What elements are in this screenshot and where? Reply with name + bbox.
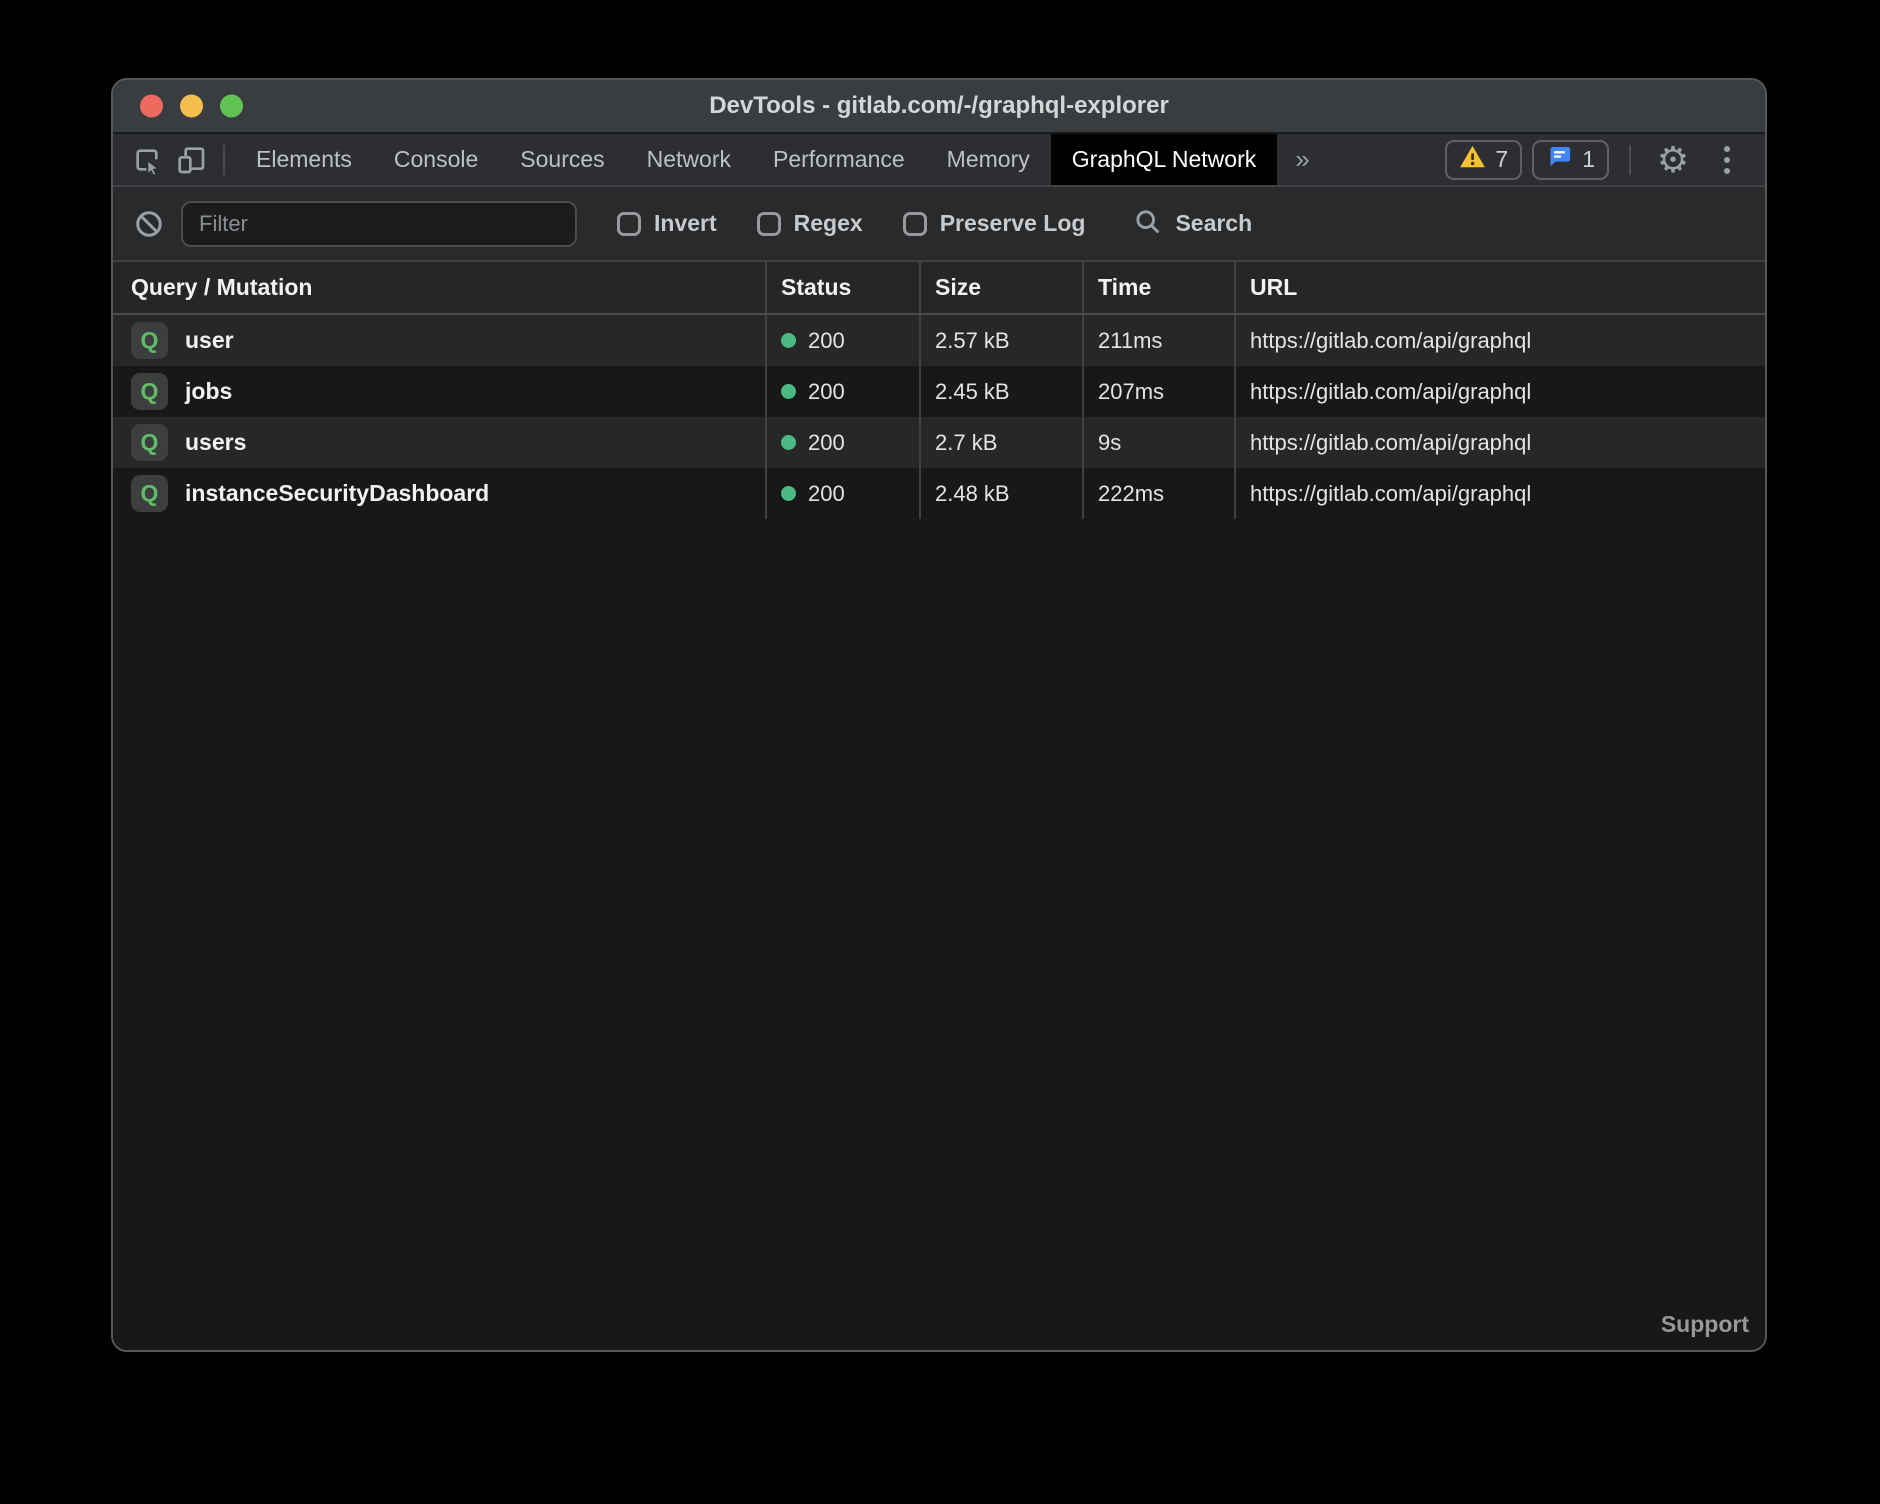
response-time: 211ms <box>1082 315 1234 366</box>
regex-checkbox-group[interactable]: Regex <box>757 210 863 237</box>
invert-checkbox[interactable] <box>617 212 641 236</box>
tab-elements[interactable]: Elements <box>235 134 373 185</box>
tab-sources[interactable]: Sources <box>499 134 625 185</box>
response-size: 2.57 kB <box>919 315 1082 366</box>
response-time: 222ms <box>1082 468 1234 519</box>
issues-badge[interactable]: 1 <box>1532 140 1609 180</box>
response-size: 2.45 kB <box>919 366 1082 417</box>
status-ok-icon <box>781 384 796 399</box>
status-code: 200 <box>808 328 845 354</box>
tab-console[interactable]: Console <box>373 134 499 185</box>
support-link[interactable]: Support <box>1661 1311 1749 1338</box>
query-name: instanceSecurityDashboard <box>185 480 489 507</box>
regex-label: Regex <box>794 210 863 237</box>
tab-memory[interactable]: Memory <box>926 134 1051 185</box>
filter-toolbar: Invert Regex Preserve Log Search <box>113 185 1765 260</box>
panel-empty-area: Support <box>113 519 1765 1350</box>
column-header-time[interactable]: Time <box>1082 262 1234 313</box>
table-row[interactable]: Q jobs 200 2.45 kB 207ms https://gitlab.… <box>113 366 1765 417</box>
query-type-icon: Q <box>131 424 168 461</box>
status-code: 200 <box>808 430 845 456</box>
table-header: Query / Mutation Status Size Time URL <box>113 260 1765 315</box>
inspect-element-button[interactable] <box>125 134 169 185</box>
request-url: https://gitlab.com/api/graphql <box>1234 366 1765 417</box>
column-header-query-mutation[interactable]: Query / Mutation <box>113 262 765 313</box>
more-tabs-button[interactable]: » <box>1277 134 1327 185</box>
column-header-status[interactable]: Status <box>765 262 919 313</box>
search-button[interactable]: Search <box>1133 207 1252 241</box>
toolbar-divider <box>223 145 225 175</box>
request-url: https://gitlab.com/api/graphql <box>1234 315 1765 366</box>
gear-icon: ⚙ <box>1657 142 1689 178</box>
column-header-size[interactable]: Size <box>919 262 1082 313</box>
status-code: 200 <box>808 379 845 405</box>
clear-button[interactable] <box>131 209 167 239</box>
search-icon <box>1133 207 1162 241</box>
status-ok-icon <box>781 435 796 450</box>
query-type-icon: Q <box>131 322 168 359</box>
invert-checkbox-group[interactable]: Invert <box>617 210 717 237</box>
status-ok-icon <box>781 486 796 501</box>
preserve-log-label: Preserve Log <box>940 210 1086 237</box>
warnings-badge[interactable]: 7 <box>1445 140 1522 180</box>
request-url: https://gitlab.com/api/graphql <box>1234 468 1765 519</box>
status-ok-icon <box>781 333 796 348</box>
response-time: 9s <box>1082 417 1234 468</box>
filter-input[interactable] <box>181 201 577 247</box>
chat-bubble-icon <box>1546 143 1573 176</box>
invert-label: Invert <box>654 210 717 237</box>
block-icon <box>134 209 164 239</box>
query-name: users <box>185 429 246 456</box>
devtools-window: DevTools - gitlab.com/-/graphql-explorer… <box>111 78 1767 1352</box>
response-size: 2.48 kB <box>919 468 1082 519</box>
table-row[interactable]: Q instanceSecurityDashboard 200 2.48 kB … <box>113 468 1765 519</box>
warning-count: 7 <box>1495 146 1508 173</box>
kebab-menu-icon <box>1707 146 1747 174</box>
query-type-icon: Q <box>131 475 168 512</box>
table-row[interactable]: Q users 200 2.7 kB 9s https://gitlab.com… <box>113 417 1765 468</box>
preserve-log-checkbox[interactable] <box>903 212 927 236</box>
tab-graphql-network[interactable]: GraphQL Network <box>1051 134 1278 185</box>
more-options-button[interactable] <box>1705 146 1749 174</box>
warning-triangle-icon <box>1459 143 1486 176</box>
devtools-tab-bar: Elements Console Sources Network Perform… <box>113 134 1765 185</box>
response-size: 2.7 kB <box>919 417 1082 468</box>
query-name: jobs <box>185 378 232 405</box>
request-url: https://gitlab.com/api/graphql <box>1234 417 1765 468</box>
response-time: 207ms <box>1082 366 1234 417</box>
query-type-icon: Q <box>131 373 168 410</box>
window-title: DevTools - gitlab.com/-/graphql-explorer <box>113 80 1765 132</box>
tab-network[interactable]: Network <box>626 134 752 185</box>
column-header-url[interactable]: URL <box>1234 262 1765 313</box>
preserve-log-checkbox-group[interactable]: Preserve Log <box>903 210 1086 237</box>
table-row[interactable]: Q user 200 2.57 kB 211ms https://gitlab.… <box>113 315 1765 366</box>
controls-divider <box>1629 145 1631 175</box>
query-name: user <box>185 327 234 354</box>
search-label: Search <box>1175 210 1252 237</box>
device-toolbar-button[interactable] <box>169 134 213 185</box>
title-bar: DevTools - gitlab.com/-/graphql-explorer <box>113 80 1765 134</box>
status-code: 200 <box>808 481 845 507</box>
issues-count: 1 <box>1582 146 1595 173</box>
panel-tabs: Elements Console Sources Network Perform… <box>235 134 1328 185</box>
inspect-cursor-icon <box>131 144 163 176</box>
settings-button[interactable]: ⚙ <box>1651 142 1695 178</box>
tab-performance[interactable]: Performance <box>752 134 926 185</box>
device-toolbar-icon <box>175 144 207 176</box>
regex-checkbox[interactable] <box>757 212 781 236</box>
tab-bar-right-controls: 7 1 ⚙ <box>1445 134 1765 185</box>
